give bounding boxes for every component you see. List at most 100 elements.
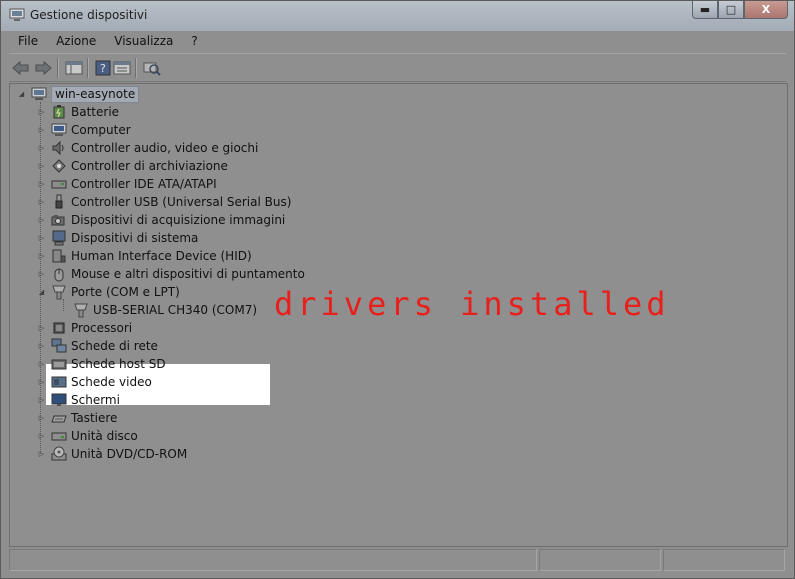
expand-arrow-icon[interactable]: ▷ [38, 409, 45, 427]
tree-item-label: Unità disco [71, 429, 138, 443]
tree-item-usb-serial-ch340[interactable]: USB-SERIAL CH340 (COM7) [67, 301, 257, 319]
sd-icon [51, 356, 67, 372]
expand-arrow-icon[interactable]: ▷ [38, 265, 45, 283]
toolbar-separator [87, 57, 89, 78]
tree-item-schede-video[interactable]: ▷ Schede video [38, 373, 152, 391]
tree-item-computer[interactable]: ▷ Computer [38, 121, 131, 139]
window-controls: ▬ □ X [692, 1, 788, 21]
tree-item-label: Controller IDE ATA/ATAPI [71, 177, 217, 191]
back-arrow-icon [12, 60, 29, 75]
tree-item-label: USB-SERIAL CH340 (COM7) [93, 303, 258, 317]
expand-arrow-icon[interactable]: ▷ [38, 427, 45, 445]
window-title: Gestione dispositivi [30, 8, 148, 22]
expand-arrow-icon[interactable]: ▷ [38, 445, 45, 463]
forward-button[interactable] [33, 58, 53, 78]
status-bar [9, 549, 788, 573]
mouse-icon [51, 266, 67, 282]
expand-arrow-icon[interactable]: ▷ [38, 355, 45, 373]
menu-visualizza[interactable]: Visualizza [105, 32, 182, 52]
tree-item-schede-rete[interactable]: ▷ Schede di rete [38, 337, 158, 355]
expand-arrow-icon[interactable]: ▷ [38, 175, 45, 193]
tree-item-label: Human Interface Device (HID) [71, 249, 252, 263]
tree-item-label: Schede host SD [71, 357, 166, 371]
tree-item-label: Schede di rete [71, 339, 158, 353]
tree-item-schede-host-sd[interactable]: ▷ Schede host SD [38, 355, 166, 373]
maximize-button[interactable]: □ [718, 1, 744, 19]
tree-item-controller-archiviazione[interactable]: ▷ Controller di archiviazione [38, 157, 228, 175]
tree-item-label: Computer [71, 123, 131, 137]
network-icon [51, 338, 67, 354]
tree-item-hid[interactable]: ▷ Human Interface Device (HID) [38, 247, 252, 265]
tree-item-label: Unità DVD/CD-ROM [71, 447, 188, 461]
tree-item-label: Mouse e altri dispositivi di puntamento [71, 267, 305, 281]
menu-help[interactable]: ? [182, 32, 206, 52]
expand-arrow-icon[interactable]: ▷ [38, 319, 45, 337]
tree-item-acquisizione-immagini[interactable]: ▷ Dispositivi di acquisizione immagini [38, 211, 285, 229]
expand-arrow-icon[interactable]: ▷ [38, 139, 45, 157]
expand-arrow-icon[interactable]: ▷ [38, 211, 45, 229]
tree-item-controller-audio[interactable]: ▷ Controller audio, video e giochi [38, 139, 258, 157]
title-bar: Gestione dispositivi ▬ □ X [1, 1, 794, 31]
tree-item-processori[interactable]: ▷ Processori [38, 319, 132, 337]
hid-icon [51, 248, 67, 264]
expand-arrow-icon[interactable]: ▷ [38, 229, 45, 247]
computer-icon [51, 122, 67, 138]
toolbar-separator [57, 57, 59, 78]
status-cell [9, 549, 537, 571]
properties-button[interactable] [113, 58, 131, 78]
tree-item-label: Controller di archiviazione [71, 159, 228, 173]
tree-root[interactable]: ◢ win-easynote [18, 85, 140, 103]
properties-icon [113, 61, 131, 74]
tree-item-label: Controller USB (Universal Serial Bus) [71, 195, 292, 209]
console-tree-icon [65, 61, 83, 74]
minimize-button[interactable]: ▬ [692, 1, 718, 19]
help-button[interactable]: ? [95, 58, 111, 78]
device-manager-window: Gestione dispositivi ▬ □ X File Azione V… [0, 0, 795, 579]
expand-arrow-icon[interactable]: ▷ [38, 157, 45, 175]
status-cell [539, 549, 661, 571]
port-icon [73, 302, 89, 318]
expand-arrow-icon[interactable]: ▷ [38, 103, 45, 121]
root-label: win-easynote [51, 85, 140, 103]
menu-file[interactable]: File [9, 32, 47, 52]
port-icon [51, 284, 67, 300]
processor-icon [51, 320, 67, 336]
tree-item-dispositivi-sistema[interactable]: ▷ Dispositivi di sistema [38, 229, 198, 247]
annotation-text: drivers installed [274, 285, 670, 323]
tree-item-label: Batterie [71, 105, 120, 119]
tree-item-label: Schermi [71, 393, 120, 407]
close-button[interactable]: X [744, 1, 788, 19]
tree-item-mouse[interactable]: ▷ Mouse e altri dispositivi di puntament… [38, 265, 305, 283]
tree-item-porte[interactable]: ◢ Porte (COM e LPT) [38, 283, 180, 301]
expand-arrow-icon[interactable]: ▷ [38, 391, 45, 409]
tree-item-label: Tastiere [71, 411, 118, 425]
tree-item-label: Dispositivi di acquisizione immagini [71, 213, 286, 227]
tree-item-unita-dvd[interactable]: ▷ Unità DVD/CD-ROM [38, 445, 187, 463]
camera-icon [51, 212, 67, 228]
system-device-icon [51, 230, 67, 246]
show-hide-console-tree-button[interactable] [65, 58, 83, 78]
scan-hardware-icon [143, 62, 161, 76]
expand-arrow-icon[interactable]: ▷ [38, 247, 45, 265]
collapse-arrow-icon[interactable]: ◢ [18, 85, 25, 103]
ide-icon [51, 176, 67, 192]
back-button[interactable] [11, 58, 31, 78]
tree-item-batterie[interactable]: ▷ Batterie [38, 103, 119, 121]
tree-item-tastiere[interactable]: ▷ Tastiere [38, 409, 118, 427]
menu-bar: File Azione Visualizza ? [9, 32, 786, 52]
expand-arrow-icon[interactable]: ▷ [38, 373, 45, 391]
tree-item-schermi[interactable]: ▷ Schermi [38, 391, 120, 409]
scan-hardware-button[interactable] [143, 58, 161, 78]
tree-item-controller-ide[interactable]: ▷ Controller IDE ATA/ATAPI [38, 175, 217, 193]
tree-item-label: Controller audio, video e giochi [71, 141, 259, 155]
expand-arrow-icon[interactable]: ▷ [38, 337, 45, 355]
dvd-icon [51, 446, 67, 462]
menu-azione[interactable]: Azione [47, 32, 105, 52]
tree-item-unita-disco[interactable]: ▷ Unità disco [38, 427, 138, 445]
expand-arrow-icon[interactable]: ▷ [38, 121, 45, 139]
tree-item-controller-usb[interactable]: ▷ Controller USB (Universal Serial Bus) [38, 193, 291, 211]
computer-root-icon [31, 86, 47, 102]
collapse-arrow-icon[interactable]: ◢ [38, 283, 45, 301]
expand-arrow-icon[interactable]: ▷ [38, 193, 45, 211]
display-adapter-icon [51, 374, 67, 390]
